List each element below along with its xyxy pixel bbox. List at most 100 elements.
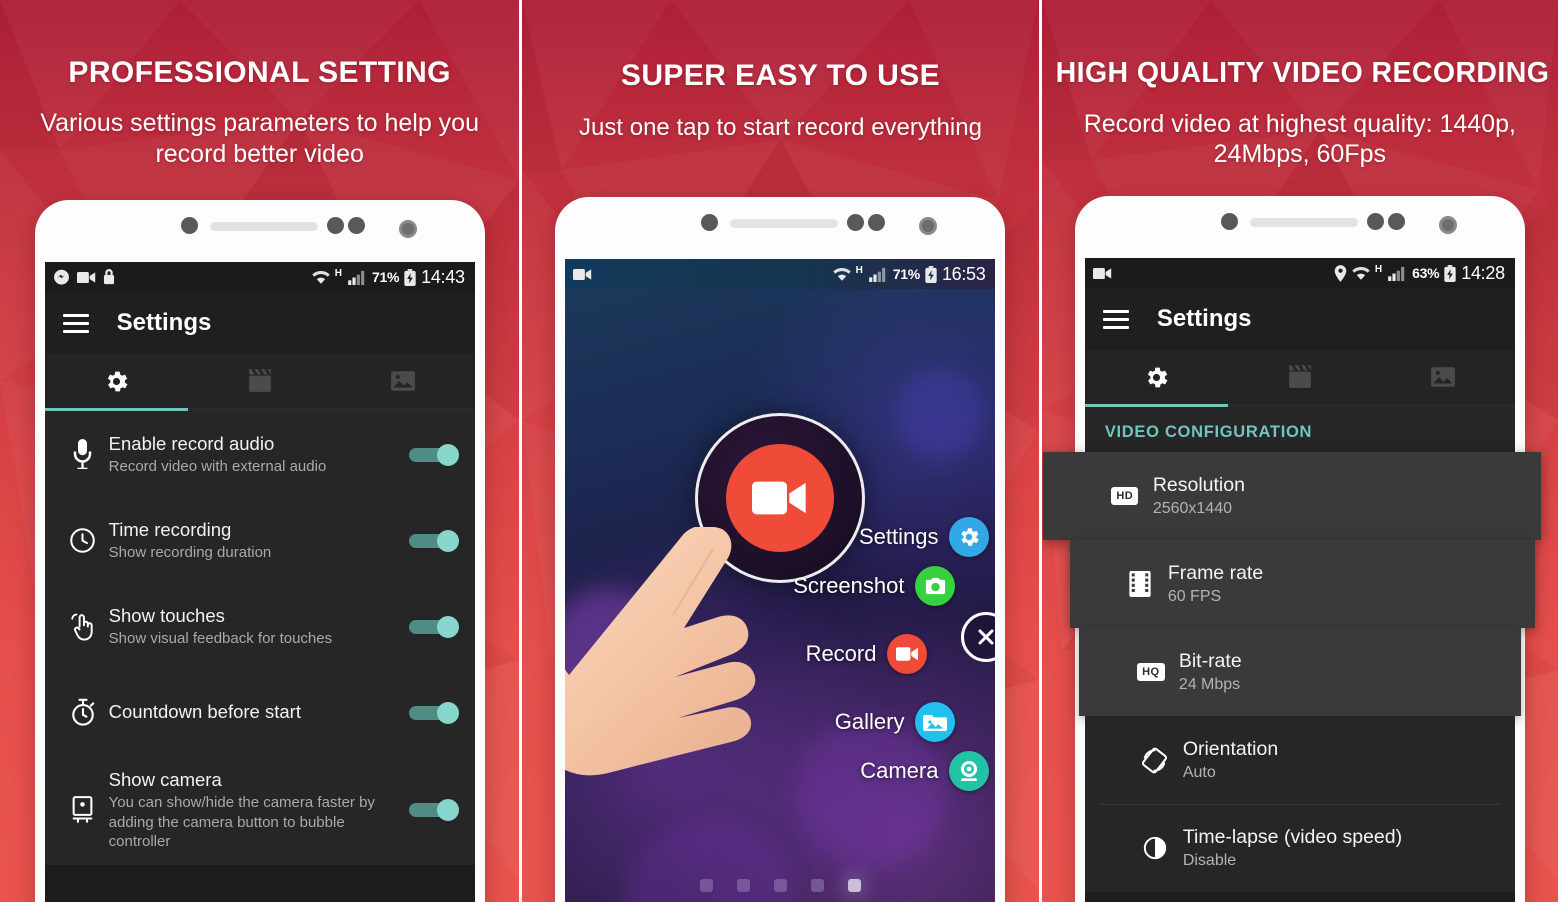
tab-images[interactable] xyxy=(1371,350,1514,404)
film-strip-icon xyxy=(1112,571,1168,597)
phone-mockup-1: H 71% 14:43 Settings Enable record audio… xyxy=(34,200,485,902)
menu-item-settings[interactable]: Settings xyxy=(729,517,990,557)
network-type-label: H xyxy=(855,264,863,276)
menu-item-gallery[interactable]: Gallery xyxy=(729,702,956,742)
video-camera-icon xyxy=(1092,267,1112,280)
sensor-dot-2 xyxy=(847,214,865,231)
battery-charging-icon xyxy=(404,268,416,286)
camera-icon[interactable] xyxy=(915,566,956,606)
config-row-frame-rate[interactable]: Frame rate 60 FPS xyxy=(1069,540,1535,628)
gear-icon[interactable] xyxy=(949,517,990,557)
status-bar: H 71% 14:43 xyxy=(44,262,475,292)
clapperboard-icon xyxy=(248,369,271,392)
tab-videos[interactable] xyxy=(1228,350,1371,404)
config-value: 2560x1440 xyxy=(1152,500,1232,517)
setting-row-enable-record-audio[interactable]: Enable record audio Record video with ex… xyxy=(45,411,475,497)
menu-item-screenshot[interactable]: Screenshot xyxy=(729,566,956,606)
video-camera-icon[interactable] xyxy=(887,634,928,674)
page-dot[interactable] xyxy=(736,879,750,892)
config-row-resolution[interactable]: HD Resolution 2560x1440 xyxy=(1042,452,1541,540)
image-icon[interactable] xyxy=(915,702,956,742)
toggle-switch[interactable] xyxy=(408,443,459,466)
page-dot[interactable] xyxy=(810,879,824,892)
setting-title: Show touches xyxy=(108,604,225,626)
webcam-icon[interactable] xyxy=(949,751,990,791)
sensor-dot-3 xyxy=(1387,213,1405,230)
menu-item-label: Record xyxy=(805,641,877,666)
tab-active-indicator xyxy=(44,408,188,411)
battery-percent-label: 71% xyxy=(892,266,920,282)
page-title: Settings xyxy=(1156,305,1252,332)
page-dot[interactable] xyxy=(773,879,787,892)
earpiece-speaker xyxy=(209,222,318,231)
sensor-dot-3 xyxy=(868,214,886,231)
config-value: 24 Mbps xyxy=(1178,676,1241,693)
app-bar: Settings xyxy=(44,292,475,354)
config-row-bit-rate[interactable]: HQ Bit-rate 24 Mbps xyxy=(1078,628,1521,716)
phone-screen-3: H 63% 14:28 Settings VIDEO CONFIGURATION… xyxy=(1042,258,1541,902)
config-row-time-lapse[interactable]: Time-lapse (video speed) Disable xyxy=(1084,804,1515,892)
panel-title: SUPER EASY TO USE xyxy=(620,59,941,92)
network-type-label: H xyxy=(1374,263,1383,275)
panel-heading: SUPER EASY TO USE Just one tap to start … xyxy=(522,0,1038,142)
phone-mockup-3: H 63% 14:28 Settings VIDEO CONFIGURATION… xyxy=(1042,196,1541,902)
setting-subtitle: Show visual feedback for touches xyxy=(108,629,333,647)
setting-title: Show camera xyxy=(108,769,222,790)
menu-item-label: Screenshot xyxy=(793,573,905,598)
signal-bars-icon xyxy=(348,270,367,285)
image-icon xyxy=(391,371,415,391)
proximity-sensor-dot xyxy=(180,217,198,234)
tab-settings[interactable] xyxy=(1085,350,1228,404)
toggle-switch[interactable] xyxy=(408,701,459,724)
setting-row-show-camera[interactable]: Show camera You can show/hide the camera… xyxy=(45,755,475,865)
tab-bar xyxy=(1084,350,1515,407)
tab-videos[interactable] xyxy=(188,354,331,408)
setting-row-show-touches[interactable]: Show touches Show visual feedback for to… xyxy=(45,583,475,669)
menu-item-record[interactable]: Record xyxy=(729,634,928,674)
rotate-screen-icon xyxy=(1127,747,1183,774)
section-header-video-configuration: VIDEO CONFIGURATION xyxy=(1084,407,1515,452)
status-bar: H 71% 16:53 xyxy=(565,259,996,289)
config-row-orientation[interactable]: Orientation Auto xyxy=(1084,716,1515,804)
setting-row-time-recording[interactable]: Time recording Show recording duration xyxy=(45,497,475,583)
screenshot-root: PROFESSIONAL SETTING Various settings pa… xyxy=(0,0,1558,902)
status-bar: H 63% 14:28 xyxy=(1084,258,1515,288)
home-screen-wallpaper: H 71% 16:53 Settings Screenshot Record G… xyxy=(565,259,996,902)
page-indicator-dots xyxy=(565,879,995,892)
menu-item-label: Gallery xyxy=(834,709,905,734)
setting-subtitle: You can show/hide the camera faster by a… xyxy=(108,794,375,851)
tab-bar xyxy=(44,354,475,411)
app-bar: Settings xyxy=(1084,288,1515,350)
setting-row-countdown-before-start[interactable]: Countdown before start xyxy=(45,669,475,755)
config-title: Resolution xyxy=(1152,474,1245,496)
toggle-switch[interactable] xyxy=(408,529,459,552)
battery-charging-icon xyxy=(1444,264,1456,282)
panel-title: PROFESSIONAL SETTING xyxy=(68,56,451,89)
panel-heading: HIGH QUALITY VIDEO RECORDING Record vide… xyxy=(1042,0,1558,170)
earpiece-speaker xyxy=(1249,218,1358,227)
hq-badge-icon: HQ xyxy=(1123,663,1179,681)
panel-subtitle: Record video at highest quality: 1440p, … xyxy=(1083,109,1516,169)
video-camera-icon xyxy=(573,268,592,281)
toggle-switch[interactable] xyxy=(408,799,459,822)
status-bar-clock: 14:43 xyxy=(421,266,465,287)
sensor-dot-3 xyxy=(347,217,365,234)
phone-screen-2: H 71% 16:53 Settings Screenshot Record G… xyxy=(565,259,996,902)
tab-settings[interactable] xyxy=(45,354,188,408)
setting-title: Time recording xyxy=(108,518,232,540)
toggle-switch[interactable] xyxy=(408,615,459,638)
status-bar-clock: 16:53 xyxy=(941,263,986,284)
lock-icon xyxy=(103,269,115,285)
hd-badge-icon: HD xyxy=(1097,487,1153,505)
hamburger-icon[interactable] xyxy=(62,309,89,338)
clapperboard-icon xyxy=(1288,365,1311,388)
clock-icon xyxy=(57,527,109,554)
panel-title: HIGH QUALITY VIDEO RECORDING xyxy=(1055,57,1550,89)
setting-subtitle: Show recording duration xyxy=(108,543,272,561)
page-dot-active[interactable] xyxy=(847,879,861,892)
hamburger-icon[interactable] xyxy=(1102,305,1129,334)
page-dot[interactable] xyxy=(699,879,713,892)
wifi-icon xyxy=(312,270,330,285)
tab-images[interactable] xyxy=(331,354,474,408)
menu-item-camera[interactable]: Camera xyxy=(729,751,990,791)
